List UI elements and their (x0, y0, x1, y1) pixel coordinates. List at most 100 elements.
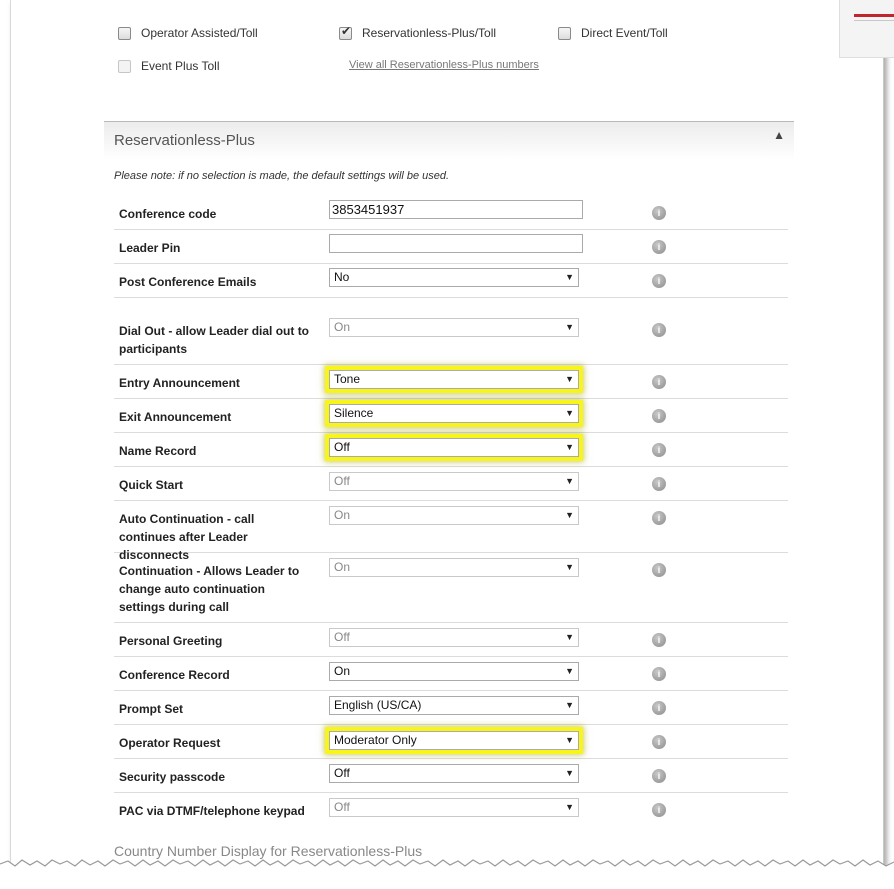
setting-row-personal-greeting: Personal Greeting Off ▼ i (114, 622, 788, 657)
select-value: On (334, 664, 351, 678)
info-icon[interactable]: i (652, 477, 666, 491)
exit-announcement-select[interactable]: Silence ▼ (329, 404, 579, 423)
setting-label: Exit Announcement (119, 410, 232, 424)
info-icon[interactable]: i (652, 443, 666, 457)
setting-label: Quick Start (119, 478, 184, 492)
setting-row-conference-code: Conference code 3853451937 i (114, 195, 788, 230)
info-icon[interactable]: i (652, 769, 666, 783)
info-icon[interactable]: i (652, 274, 666, 288)
select-value: Moderator Only (334, 733, 417, 747)
chevron-down-icon: ▼ (565, 735, 574, 745)
info-icon[interactable]: i (652, 409, 666, 423)
prompt-set-select[interactable]: English (US/CA) ▼ (329, 696, 579, 715)
info-icon[interactable]: i (652, 563, 666, 577)
select-value: Tone (334, 372, 361, 386)
setting-label: PAC via DTMF/telephone keypad (119, 804, 305, 818)
info-icon[interactable]: i (652, 701, 666, 715)
setting-row-prompt-set: Prompt Set English (US/CA) ▼ i (114, 690, 788, 725)
leader-pin-input[interactable] (329, 234, 583, 253)
info-icon[interactable]: i (652, 511, 666, 525)
option-reservationless-plus-toll[interactable]: ✔ Reservationless-Plus/Toll (339, 24, 497, 40)
setting-row-name-record: Name Record Off ▼ i (114, 432, 788, 467)
setting-label: Security passcode (119, 770, 226, 784)
setting-label: Entry Announcement (119, 376, 240, 390)
collapse-arrow-icon[interactable]: ▲ (773, 128, 785, 142)
auto-continuation-select: On ▼ (329, 506, 579, 525)
sidebar-divider (854, 20, 894, 21)
setting-row-exit-announcement: Exit Announcement Silence ▼ i (114, 398, 788, 433)
post-conference-emails-select[interactable]: No ▼ (329, 268, 579, 287)
view-all-numbers-link[interactable]: View all Reservationless-Plus numbers (349, 59, 539, 71)
chevron-down-icon: ▼ (565, 322, 574, 332)
operator-request-select[interactable]: Moderator Only ▼ (329, 731, 579, 750)
checkbox[interactable] (558, 26, 571, 40)
name-record-select[interactable]: Off ▼ (329, 438, 579, 457)
setting-label: Conference Record (119, 668, 230, 682)
setting-label: Dial Out - allow Leader dial out to part… (119, 324, 310, 356)
setting-row-entry-announcement: Entry Announcement Tone ▼ i (114, 364, 788, 399)
setting-row-post-conference-emails: Post Conference Emails No ▼ i (114, 263, 788, 298)
setting-label: Leader Pin (119, 241, 181, 255)
default-settings-note: Please note: if no selection is made, th… (114, 170, 450, 182)
setting-row-dial-out: Dial Out - allow Leader dial out to part… (114, 297, 788, 365)
setting-row-continuation: Continuation - Allows Leader to change a… (114, 552, 788, 623)
select-value: Off (334, 800, 350, 814)
setting-label: Post Conference Emails (119, 275, 257, 289)
select-value: On (334, 508, 351, 522)
checkbox-disabled (118, 59, 131, 73)
security-passcode-select[interactable]: Off ▼ (329, 764, 579, 783)
select-value: Off (334, 766, 350, 780)
select-value: Silence (334, 406, 374, 420)
conference-code-input[interactable]: 3853451937 (329, 200, 583, 219)
setting-label: Continuation - Allows Leader to change a… (119, 564, 300, 614)
info-icon[interactable]: i (652, 667, 666, 681)
checkbox[interactable] (118, 26, 131, 40)
chevron-down-icon: ▼ (565, 562, 574, 572)
setting-row-operator-request: Operator Request Moderator Only ▼ i (114, 724, 788, 759)
setting-label: Prompt Set (119, 702, 184, 716)
option-operator-assisted-toll[interactable]: Operator Assisted/Toll (118, 26, 258, 40)
sidebar-card (839, 0, 894, 58)
torn-edge-decoration (0, 859, 894, 889)
select-value: Off (334, 630, 350, 644)
setting-row-auto-continuation: Auto Continuation - call continues after… (114, 500, 788, 562)
info-icon[interactable]: i (652, 240, 666, 254)
option-label: Event Plus Toll (141, 59, 220, 73)
select-value: On (334, 320, 351, 334)
select-value: No (334, 270, 350, 284)
option-label: Direct Event/Toll (581, 26, 668, 40)
info-icon[interactable]: i (652, 375, 666, 389)
chevron-down-icon: ▼ (565, 510, 574, 520)
entry-announcement-select[interactable]: Tone ▼ (329, 370, 579, 389)
select-value: Off (334, 474, 350, 488)
info-icon[interactable]: i (652, 735, 666, 749)
option-label: Reservationless-Plus/Toll (362, 26, 497, 40)
conference-record-select[interactable]: On ▼ (329, 662, 579, 681)
select-value: English (US/CA) (334, 698, 422, 712)
info-icon[interactable]: i (652, 803, 666, 817)
checkbox-checked[interactable]: ✔ (339, 24, 352, 40)
select-value: On (334, 560, 351, 574)
option-direct-event-toll[interactable]: Direct Event/Toll (558, 26, 668, 40)
personal-greeting-select: Off ▼ (329, 628, 579, 647)
chevron-down-icon: ▼ (565, 476, 574, 486)
setting-label: Name Record (119, 444, 197, 458)
info-icon[interactable]: i (652, 633, 666, 647)
setting-row-quick-start: Quick Start Off ▼ i (114, 466, 788, 501)
chevron-down-icon: ▼ (565, 632, 574, 642)
section-header[interactable]: Reservationless-Plus ▲ (104, 121, 794, 160)
chevron-down-icon: ▼ (565, 374, 574, 384)
info-icon[interactable]: i (652, 206, 666, 220)
sidebar-accent-bar (854, 4, 894, 17)
setting-label: Personal Greeting (119, 634, 223, 648)
option-label: Operator Assisted/Toll (141, 26, 258, 40)
section-title: Reservationless-Plus (114, 132, 255, 149)
page-panel: Operator Assisted/Toll ✔ Reservationless… (10, 0, 894, 875)
pac-dtmf-select: Off ▼ (329, 798, 579, 817)
setting-label: Operator Request (119, 736, 221, 750)
setting-row-security-passcode: Security passcode Off ▼ i (114, 758, 788, 793)
chevron-down-icon: ▼ (565, 442, 574, 452)
info-icon[interactable]: i (652, 323, 666, 337)
select-value: Off (334, 440, 350, 454)
option-event-plus-toll: Event Plus Toll (118, 59, 220, 73)
